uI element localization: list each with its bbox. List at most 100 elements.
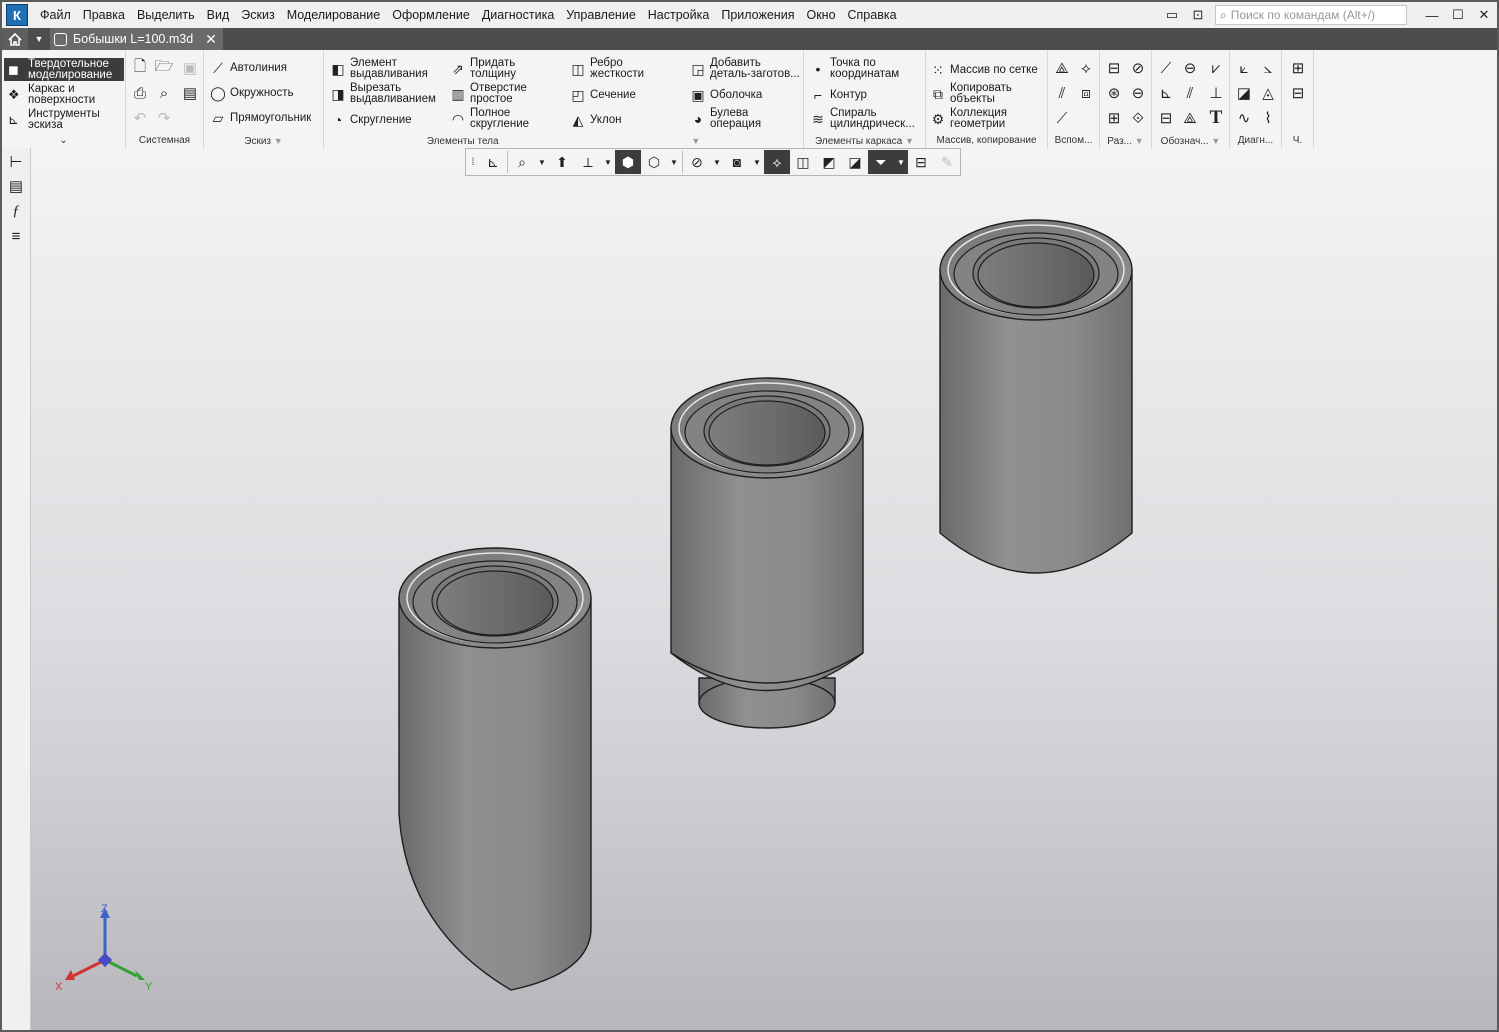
display-mode-dropdown[interactable]: ▼ bbox=[667, 150, 681, 174]
fullscreen-icon[interactable]: ⊡ bbox=[1185, 4, 1211, 26]
dim-tag-icon[interactable]: ⟐ bbox=[1128, 108, 1148, 128]
panel-layout-icon[interactable]: ▭ bbox=[1159, 4, 1185, 26]
aux-system-icon[interactable]: ⧈ bbox=[1076, 83, 1096, 103]
orientation-dropdown[interactable]: ▼ bbox=[601, 150, 615, 174]
diag-distance-icon[interactable]: ⟀ bbox=[1234, 58, 1254, 78]
mode-frame-surfaces[interactable]: ❖ Каркас и поверхности bbox=[4, 83, 124, 106]
circle-button[interactable]: ◯ Окружность bbox=[210, 85, 293, 101]
contour-button[interactable]: ⌐ Контур bbox=[810, 87, 867, 103]
maximize-button[interactable]: ☐ bbox=[1445, 4, 1471, 26]
variables-icon[interactable]: ƒ bbox=[6, 201, 26, 221]
view-orientation-icon[interactable]: ⬆ bbox=[549, 150, 575, 174]
snap-icon[interactable]: ⟡ bbox=[764, 150, 790, 174]
base-icon[interactable]: ⊾ bbox=[1156, 83, 1176, 103]
close-tab-icon[interactable]: ✕ bbox=[205, 31, 217, 48]
thicken-button[interactable]: ⇗ Придать толщину bbox=[450, 57, 560, 80]
close-button[interactable]: ✕ bbox=[1471, 4, 1497, 26]
dim-angular-icon[interactable]: ⊖ bbox=[1128, 83, 1148, 103]
expand-modes-icon[interactable]: ⌄ bbox=[2, 134, 125, 148]
marking-icon[interactable]: ⊥ bbox=[1206, 83, 1226, 103]
diag-mass-icon[interactable]: ◪ bbox=[1234, 83, 1254, 103]
draft-button[interactable]: ◭ Уклон bbox=[570, 112, 622, 128]
weld-icon[interactable]: ⊟ bbox=[1156, 108, 1176, 128]
leader-icon[interactable]: ⟋ bbox=[1156, 58, 1176, 78]
preview-icon[interactable]: ⌕ bbox=[154, 83, 174, 103]
menu-control[interactable]: Управление bbox=[560, 2, 642, 28]
dim-diameter-icon[interactable]: ⊘ bbox=[1128, 58, 1148, 78]
symbol-icon[interactable]: ⟁ bbox=[1180, 108, 1200, 128]
menu-sketch[interactable]: Эскиз bbox=[235, 2, 280, 28]
app-logo[interactable]: К bbox=[6, 4, 28, 26]
simple-hole-button[interactable]: ▥ Отверстие простое bbox=[450, 82, 560, 105]
dim-radial-icon[interactable]: ⊛ bbox=[1104, 83, 1124, 103]
menu-drafting[interactable]: Оформление bbox=[386, 2, 476, 28]
section-view-icon[interactable]: ◫ bbox=[790, 150, 816, 174]
shaded-mode-icon[interactable]: ⬢ bbox=[615, 150, 641, 174]
model-tree-icon[interactable]: ⊢ bbox=[6, 152, 26, 172]
menu-help[interactable]: Справка bbox=[842, 2, 903, 28]
undo-icon[interactable]: ↶ bbox=[130, 108, 150, 128]
command-search-input[interactable]: ⌕ Поиск по командам (Alt+/) bbox=[1215, 5, 1407, 25]
ch-report-icon[interactable]: ⊟ bbox=[1288, 83, 1308, 103]
pencil-icon[interactable]: ✎ bbox=[934, 150, 960, 174]
boss-part-1[interactable] bbox=[398, 547, 592, 991]
shell-button[interactable]: ▣ Оболочка bbox=[690, 87, 762, 103]
camera-dropdown[interactable]: ▼ bbox=[750, 150, 764, 174]
diag-deviation-icon[interactable]: ⌇ bbox=[1258, 108, 1278, 128]
boss-part-2[interactable] bbox=[670, 377, 864, 729]
point-by-coordinates-button[interactable]: • Точка по координатам bbox=[810, 57, 926, 80]
geometry-collection-button[interactable]: ⚙ Коллекция геометрии bbox=[930, 107, 1046, 130]
copy-objects-button[interactable]: ⧉ Копировать объекты bbox=[930, 82, 1046, 105]
mode-solid-modeling[interactable]: ◼ Твердотельное моделирование bbox=[4, 58, 124, 81]
aux-offset-icon[interactable]: ⫽ bbox=[1052, 83, 1072, 103]
menu-apps[interactable]: Приложения bbox=[715, 2, 800, 28]
home-button[interactable] bbox=[2, 28, 28, 50]
wireframe-mode-icon[interactable]: ⬡ bbox=[641, 150, 667, 174]
diag-curvature-icon[interactable]: ∿ bbox=[1234, 108, 1254, 128]
filter-dropdown[interactable]: ▼ bbox=[894, 150, 908, 174]
boss-part-3[interactable] bbox=[939, 219, 1133, 574]
diag-check-icon[interactable]: ◬ bbox=[1258, 83, 1278, 103]
aux-plane-icon[interactable]: ⟁ bbox=[1052, 58, 1072, 78]
full-round-button[interactable]: ◠ Полное скругление bbox=[450, 107, 560, 130]
diag-angle-icon[interactable]: ⦣ bbox=[1258, 58, 1278, 78]
grip-handle-icon[interactable]: ⁞ bbox=[466, 150, 480, 174]
filter-icon[interactable]: ⏷ bbox=[868, 150, 894, 174]
hide-icon[interactable]: ⊘ bbox=[684, 150, 710, 174]
boolean-button[interactable]: ◕ Булева операция bbox=[690, 107, 800, 130]
open-folder-icon[interactable]: 🗁 bbox=[154, 58, 174, 78]
menu-file[interactable]: Файл bbox=[34, 2, 77, 28]
aux-line-icon[interactable]: ⟋ bbox=[1052, 108, 1072, 128]
measure-icon[interactable]: ⊟ bbox=[908, 150, 934, 174]
print-icon[interactable]: ⎙ bbox=[130, 83, 150, 103]
section-button[interactable]: ◰ Сечение bbox=[570, 87, 636, 103]
dim-linear-icon[interactable]: ⊟ bbox=[1104, 58, 1124, 78]
grid-array-button[interactable]: ⁙ Массив по сетке bbox=[930, 62, 1038, 78]
menu-modeling[interactable]: Моделирование bbox=[281, 2, 387, 28]
dim-table-icon[interactable]: ⊞ bbox=[1104, 108, 1124, 128]
orientation-icon[interactable]: ⊾ bbox=[480, 150, 506, 174]
redo-icon[interactable]: ↷ bbox=[154, 108, 174, 128]
camera-icon[interactable]: ◙ bbox=[724, 150, 750, 174]
rib-button[interactable]: ◫ Ребро жесткости bbox=[570, 57, 680, 80]
roughness-icon[interactable]: ⩗ bbox=[1206, 58, 1226, 78]
coordinate-system-icon[interactable]: ⟂ bbox=[575, 150, 601, 174]
save-as-icon[interactable]: ▤ bbox=[180, 83, 200, 103]
cylindrical-spiral-button[interactable]: ≋ Спираль цилиндрическ... bbox=[810, 107, 926, 130]
menu-edit[interactable]: Правка bbox=[77, 2, 131, 28]
menu-settings[interactable]: Настройка bbox=[642, 2, 716, 28]
fillet-button[interactable]: ◔ Скругление bbox=[330, 112, 412, 128]
aux-axis-icon[interactable]: ⟡ bbox=[1076, 58, 1096, 78]
layers-icon[interactable]: ≡ bbox=[6, 226, 26, 246]
extrude-button[interactable]: ◧ Элемент выдавливания bbox=[330, 57, 440, 80]
minimize-button[interactable]: — bbox=[1419, 4, 1445, 26]
text-icon[interactable]: T bbox=[1206, 107, 1226, 128]
cut-extrude-button[interactable]: ◨ Вырезать выдавливанием bbox=[330, 82, 445, 105]
mode-sketch-tools[interactable]: ⊾ Инструменты эскиза bbox=[4, 108, 124, 131]
tolerance-icon[interactable]: ⫽ bbox=[1180, 83, 1200, 103]
save-icon[interactable]: ▣ bbox=[180, 58, 200, 78]
new-document-icon[interactable]: 🗋 bbox=[130, 58, 150, 78]
position-icon[interactable]: ⊖ bbox=[1180, 58, 1200, 78]
document-tab[interactable]: Бобышки L=100.m3d ✕ bbox=[50, 28, 223, 50]
3d-viewport[interactable]: Z X Y ⁞ ⊾ ⌕ ▼ ⬆ ⟂ ▼ ⬢ ⬡ ▼ ⊘ ▼ ◙ ▼ ⟡ ◫ ◩ bbox=[31, 148, 1497, 1030]
